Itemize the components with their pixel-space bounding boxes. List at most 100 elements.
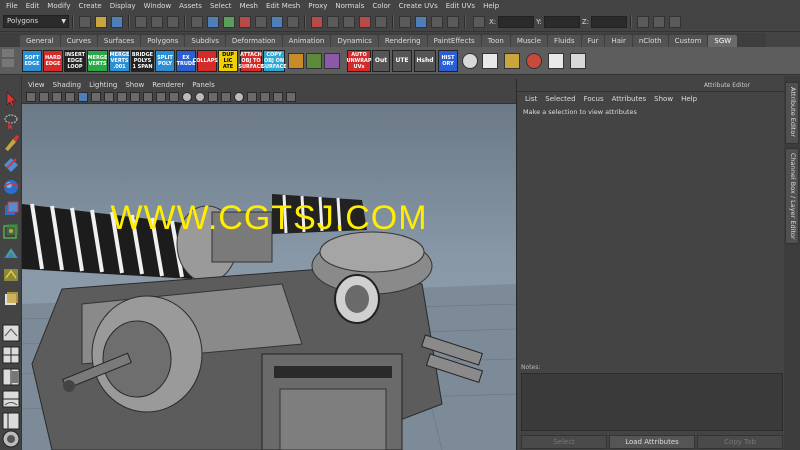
load-attributes-button[interactable]: Load Attributes: [609, 435, 695, 449]
shelf-button-merge-verts-001[interactable]: MERGE VERTS .001: [109, 50, 130, 72]
textured-icon[interactable]: [221, 91, 231, 102]
shelf-menu-icon[interactable]: [2, 59, 14, 67]
shelf-icon-c[interactable]: [324, 53, 340, 69]
shelf-button-ute[interactable]: UTE: [392, 50, 412, 72]
menu-help[interactable]: Help: [479, 2, 503, 10]
menu-normals[interactable]: Normals: [331, 2, 368, 10]
ipr-render-icon[interactable]: [431, 15, 443, 28]
snap-point-icon[interactable]: [343, 15, 355, 28]
snap-surface-icon[interactable]: [359, 15, 371, 28]
pick-joint-icon[interactable]: [207, 15, 219, 28]
viewport-menu-shading[interactable]: Shading: [53, 81, 81, 89]
use-all-lights-icon[interactable]: [234, 91, 244, 102]
soft-modification-tool-icon[interactable]: [2, 244, 20, 262]
shelf-icon-i[interactable]: [548, 53, 564, 69]
shelf-button-soft-edge[interactable]: SOFT EDGE: [22, 50, 42, 72]
menu-proxy[interactable]: Proxy: [304, 2, 331, 10]
field-chart-icon[interactable]: [130, 91, 140, 102]
shelf-icon-f[interactable]: [482, 53, 498, 69]
menu-select[interactable]: Select: [206, 2, 236, 10]
shelf-button-insert-edge-loop[interactable]: INSERT EDGE LOOP: [64, 50, 86, 72]
pick-mask-icon[interactable]: [191, 15, 203, 28]
shelf-tab-surfaces[interactable]: Surfaces: [97, 35, 141, 47]
last-tool-icon[interactable]: [2, 290, 20, 308]
make-live-icon[interactable]: [375, 15, 387, 28]
menu-edit-mesh[interactable]: Edit Mesh: [262, 2, 304, 10]
open-scene-icon[interactable]: [95, 15, 107, 28]
viewport-menu-renderer[interactable]: Renderer: [152, 81, 184, 89]
show-manipulator-icon[interactable]: [2, 266, 20, 284]
four-pane-layout-icon[interactable]: [2, 346, 20, 364]
menu-assets[interactable]: Assets: [175, 2, 206, 10]
shelf-button-bridge-polys[interactable]: BRIDGE POLYS 1 SPAN: [131, 50, 154, 72]
copy-tab-button[interactable]: Copy Tab: [697, 435, 783, 449]
shelf-button-attach-obj[interactable]: ATTACH OBJ TO SURFACE: [238, 50, 264, 72]
shelf-button-duplicate[interactable]: DUP LIC ATE: [218, 50, 238, 72]
select-object-icon[interactable]: [151, 15, 163, 28]
shelf-tab-dynamics[interactable]: Dynamics: [331, 35, 378, 47]
shelf-button-hshd[interactable]: Hshd: [414, 50, 436, 72]
shelf-tab-animation[interactable]: Animation: [282, 35, 331, 47]
shelf-tab-deformation[interactable]: Deformation: [225, 35, 282, 47]
flat-shade-icon[interactable]: [195, 91, 205, 102]
shelf-icon-a[interactable]: [288, 53, 304, 69]
shelf-button-hard-edge[interactable]: HARD EDGE: [43, 50, 63, 72]
bookmark-icon[interactable]: [52, 91, 62, 102]
x-field[interactable]: [498, 15, 535, 28]
single-pane-layout-icon[interactable]: [2, 324, 20, 342]
ae-menu-show[interactable]: Show: [654, 95, 673, 103]
select-component-icon[interactable]: [167, 15, 179, 28]
notes-textarea[interactable]: [521, 373, 783, 431]
paint-select-tool-icon[interactable]: [2, 134, 20, 152]
ae-menu-help[interactable]: Help: [681, 95, 697, 103]
shelf-icon-h[interactable]: [526, 53, 542, 69]
select-camera-icon[interactable]: [26, 91, 36, 102]
shelf-tab-painteffects[interactable]: PaintEffects: [427, 35, 481, 47]
shelf-tab-custom[interactable]: Custom: [668, 35, 708, 47]
lasso-tool-icon[interactable]: [2, 112, 20, 130]
smooth-shade-icon[interactable]: [182, 91, 192, 102]
shelf-icon-e[interactable]: [462, 53, 478, 69]
shelf-button-copy-obj[interactable]: COPY OBJ ON SURFACE: [261, 50, 287, 72]
side-by-side-layout-icon[interactable]: [2, 368, 20, 386]
persp-graph-layout-icon[interactable]: [2, 390, 20, 408]
menu-edit[interactable]: Edit: [22, 2, 44, 10]
z-field[interactable]: [591, 15, 628, 28]
shelf-button-merge-verts[interactable]: MERGE VERTS: [87, 50, 108, 72]
pick-deformer-icon[interactable]: [239, 15, 251, 28]
menu-edit-uvs[interactable]: Edit UVs: [442, 2, 479, 10]
ae-menu-list[interactable]: List: [525, 95, 537, 103]
select-hierarchy-icon[interactable]: [135, 15, 147, 28]
render-icon[interactable]: [415, 15, 427, 28]
shelf-tab-subdivs[interactable]: Subdivs: [185, 35, 225, 47]
shelf-button-auto-unwrap[interactable]: AUTO UNWRAP UVs: [346, 50, 372, 72]
camera-attributes-icon[interactable]: [39, 91, 49, 102]
pick-render-icon[interactable]: [271, 15, 283, 28]
safe-action-icon[interactable]: [143, 91, 153, 102]
menu-file[interactable]: File: [2, 2, 22, 10]
menu-display[interactable]: Display: [106, 2, 140, 10]
wireframe-on-shaded-icon[interactable]: [208, 91, 218, 102]
menu-mesh[interactable]: Mesh: [236, 2, 262, 10]
scale-tool-icon[interactable]: [2, 200, 20, 218]
y-field[interactable]: [543, 15, 580, 28]
shelf-icon-j[interactable]: [570, 53, 586, 69]
safe-title-icon[interactable]: [156, 91, 166, 102]
save-scene-icon[interactable]: [111, 15, 123, 28]
select-tool-icon[interactable]: [2, 90, 20, 108]
side-tab-attribute-editor[interactable]: Attribute Editor: [785, 82, 799, 144]
side-tab-channel-box[interactable]: Channel Box / Layer Editor: [785, 148, 799, 244]
snap-grid-icon[interactable]: [311, 15, 323, 28]
new-scene-icon[interactable]: [79, 15, 91, 28]
rotate-tool-icon[interactable]: [2, 178, 20, 196]
menu-window[interactable]: Window: [140, 2, 176, 10]
menu-color[interactable]: Color: [368, 2, 394, 10]
shelf-icon-b[interactable]: [306, 53, 322, 69]
ae-menu-selected[interactable]: Selected: [545, 95, 575, 103]
select-button[interactable]: Select: [521, 435, 607, 449]
shelf-icon-g[interactable]: [504, 53, 520, 69]
render-settings-icon[interactable]: [447, 15, 459, 28]
shadows-icon[interactable]: [247, 91, 257, 102]
transform-mode-icon[interactable]: [473, 15, 485, 28]
shelf-tab-fur[interactable]: Fur: [581, 35, 605, 47]
